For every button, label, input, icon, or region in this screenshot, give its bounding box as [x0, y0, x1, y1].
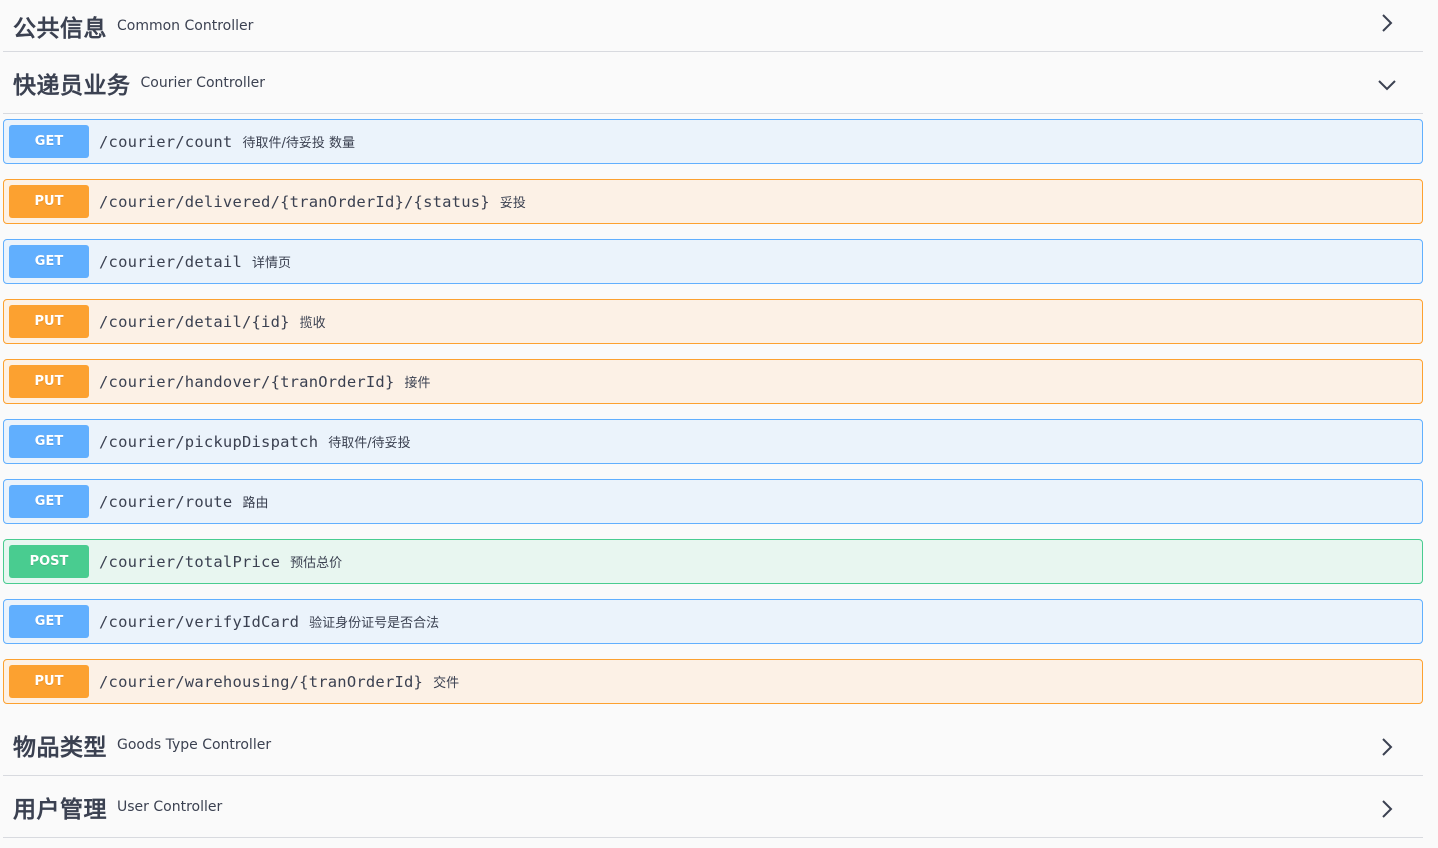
api-docs-page: 公共信息 Common Controller 快递员业务 Courier Con…: [0, 0, 1438, 848]
operation-path: /courier/totalPrice: [99, 552, 281, 571]
operation-path: /courier/pickupDispatch: [99, 432, 319, 451]
method-badge: GET: [9, 125, 89, 158]
tag-title: 快递员业务: [13, 72, 131, 99]
operation-summary: 预估总价: [290, 556, 343, 571]
operation-put-courier-warehousing[interactable]: PUT /courier/warehousing/{tranOrderId} 交…: [3, 659, 1423, 704]
operation-put-courier-detail-id[interactable]: PUT /courier/detail/{id} 揽收: [3, 299, 1423, 344]
method-badge: GET: [9, 605, 89, 638]
operation-put-courier-delivered[interactable]: PUT /courier/delivered/{tranOrderId}/{st…: [3, 179, 1423, 224]
tag-description: Common Controller: [117, 17, 254, 34]
operation-path: /courier/warehousing/{tranOrderId}: [99, 672, 424, 691]
method-badge: PUT: [9, 185, 89, 218]
tag-title: 公共信息: [13, 15, 107, 42]
method-badge: PUT: [9, 665, 89, 698]
operation-summary: 详情页: [251, 256, 291, 271]
operation-put-courier-handover[interactable]: PUT /courier/handover/{tranOrderId} 接件: [3, 359, 1423, 404]
method-badge: PUT: [9, 305, 89, 338]
tag-description: Goods Type Controller: [117, 736, 272, 753]
operation-summary: 交件: [433, 676, 460, 691]
operation-get-courier-count[interactable]: GET /courier/count 待取件/待妥投 数量: [3, 119, 1423, 164]
method-badge: PUT: [9, 365, 89, 398]
operation-path: /courier/delivered/{tranOrderId}/{status…: [99, 192, 490, 211]
operation-path: /courier/detail: [99, 252, 242, 271]
operation-summary: 待取件/待妥投 数量: [242, 136, 355, 151]
method-badge: GET: [9, 245, 89, 278]
operation-get-courier-verifyidcard[interactable]: GET /courier/verifyIdCard 验证身份证号是否合法: [3, 599, 1423, 644]
method-badge: GET: [9, 425, 89, 458]
operation-path: /courier/detail/{id}: [99, 312, 290, 331]
operation-summary: 妥投: [499, 196, 526, 211]
operation-post-courier-totalprice[interactable]: POST /courier/totalPrice 预估总价: [3, 539, 1423, 584]
operation-path: /courier/handover/{tranOrderId}: [99, 372, 395, 391]
tag-title: 物品类型: [13, 734, 107, 761]
operation-path: /courier/count: [99, 132, 233, 151]
operation-get-courier-pickupdispatch[interactable]: GET /courier/pickupDispatch 待取件/待妥投: [3, 419, 1423, 464]
operation-path: /courier/verifyIdCard: [99, 612, 300, 631]
operation-get-courier-detail[interactable]: GET /courier/detail 详情页: [3, 239, 1423, 284]
chevron-right-icon[interactable]: [1377, 799, 1397, 819]
operation-summary: 揽收: [299, 316, 326, 331]
tag-common-controller[interactable]: 公共信息 Common Controller: [3, 0, 1423, 52]
tag-description: User Controller: [117, 798, 223, 815]
chevron-right-icon[interactable]: [1377, 737, 1397, 757]
tag-goods-type-controller[interactable]: 物品类型 Goods Type Controller: [3, 714, 1423, 776]
method-badge: GET: [9, 485, 89, 518]
operation-get-courier-route[interactable]: GET /courier/route 路由: [3, 479, 1423, 524]
chevron-right-icon[interactable]: [1377, 13, 1397, 33]
tag-description: Courier Controller: [140, 74, 266, 91]
method-badge: POST: [9, 545, 89, 578]
chevron-down-icon[interactable]: [1377, 75, 1397, 95]
operation-path: /courier/route: [99, 492, 233, 511]
tag-courier-controller[interactable]: 快递员业务 Courier Controller: [3, 52, 1423, 114]
tag-user-controller[interactable]: 用户管理 User Controller: [3, 776, 1423, 838]
operation-summary: 路由: [242, 496, 269, 511]
operation-summary: 接件: [404, 376, 431, 391]
tag-title: 用户管理: [13, 796, 107, 823]
operation-summary: 验证身份证号是否合法: [309, 616, 440, 631]
operation-summary: 待取件/待妥投: [328, 436, 411, 451]
